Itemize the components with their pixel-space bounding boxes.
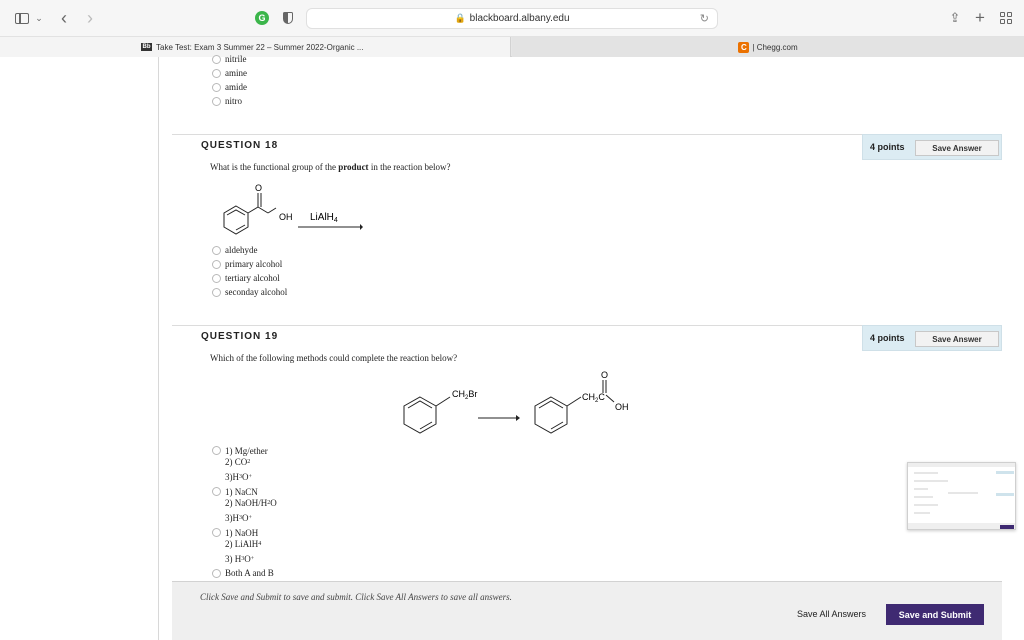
oxygen-label: O — [255, 183, 262, 193]
reload-icon[interactable]: ↻ — [700, 12, 709, 25]
question-19-text: Which of the following methods could com… — [210, 353, 458, 363]
option-label: nitro — [225, 96, 242, 106]
radio-button[interactable] — [212, 68, 221, 78]
save-answer-button[interactable]: Save Answer — [915, 140, 999, 156]
radio-button[interactable] — [212, 273, 221, 283]
tab-strip: Bb Take Test: Exam 3 Summer 22 – Summer … — [0, 37, 1024, 57]
answer-option[interactable]: tertiary alcohol — [212, 273, 280, 283]
answer-option[interactable]: nitro — [212, 96, 242, 106]
answer-option[interactable]: Both A and B — [212, 568, 274, 578]
chegg-favicon-icon: C — [738, 41, 750, 53]
extension-grammarly-icon[interactable]: G — [254, 9, 270, 27]
points-label: 4 points — [870, 333, 905, 343]
chevron-down-icon[interactable]: ⌄ — [34, 9, 44, 27]
save-all-answers-button[interactable]: Save All Answers — [797, 609, 866, 619]
save-and-submit-button[interactable]: Save and Submit — [886, 604, 984, 625]
option-label: amine — [225, 68, 247, 78]
tab-blackboard[interactable]: Bb Take Test: Exam 3 Summer 22 – Summer … — [0, 37, 511, 57]
tab-label: | Chegg.com — [752, 42, 798, 52]
radio-button[interactable] — [212, 287, 221, 297]
screenshot-thumbnail[interactable] — [907, 462, 1016, 530]
reaction-18-diagram: O OH LiAlH4 — [223, 183, 363, 235]
option-label: tertiary alcohol — [225, 273, 280, 283]
sidebar-toggle-icon[interactable] — [12, 9, 32, 27]
address-bar[interactable]: 🔒 blackboard.albany.edu ↻ — [306, 8, 718, 29]
tab-label: Take Test: Exam 3 Summer 22 – Summer 202… — [156, 42, 364, 52]
question-18-points-box: 4 points Save Answer — [862, 134, 1002, 160]
option-label: nitrile — [225, 54, 247, 64]
answer-option[interactable]: seconday alcohol — [212, 287, 287, 297]
radio-button[interactable] — [212, 54, 221, 64]
radio-button[interactable] — [212, 96, 221, 106]
option-label: seconday alcohol — [225, 287, 288, 297]
tab-chegg[interactable]: C | Chegg.com — [512, 37, 1024, 57]
question-18-title: QUESTION 18 — [201, 140, 279, 151]
url-text: blackboard.albany.edu — [469, 13, 570, 24]
answer-option[interactable]: 1) Mg/ether 2) CO 2 3)H 3 O + — [212, 445, 268, 482]
answer-option[interactable]: 1) NaCN 2) NaOH/H 2 O 3)H 3 O + — [212, 486, 277, 523]
radio-button[interactable] — [212, 487, 221, 496]
question-19-points-box: 4 points Save Answer — [862, 325, 1002, 351]
reaction-19-diagram: CH2Br CH2C O OH — [403, 370, 629, 434]
option-label: aldehyde — [225, 245, 258, 255]
radio-button[interactable] — [212, 446, 221, 455]
save-answer-button[interactable]: Save Answer — [915, 331, 999, 347]
oh-label: OH — [615, 402, 629, 412]
privacy-shield-icon[interactable] — [281, 9, 295, 27]
question-19-title: QUESTION 19 — [201, 331, 279, 342]
radio-button[interactable] — [212, 259, 221, 269]
answer-option[interactable]: primary alcohol — [212, 259, 282, 269]
lock-icon: 🔒 — [454, 13, 466, 23]
browser-toolbar: ⌄ ‹ › G 🔒 blackboard.albany.edu ↻ ⇪ + — [0, 0, 1024, 37]
new-tab-plus-icon[interactable]: + — [972, 8, 988, 27]
test-page: nitrile amine amide nitro QUESTION 18 4 … — [0, 54, 1024, 640]
product-label: CH2C — [582, 392, 605, 404]
answer-option[interactable]: amine — [212, 68, 247, 78]
radio-button[interactable] — [212, 568, 221, 578]
back-arrow-icon[interactable]: ‹ — [56, 8, 72, 28]
blackboard-favicon-icon: Bb — [141, 43, 152, 51]
benzene-ring — [534, 396, 568, 434]
option-label: amide — [225, 82, 247, 92]
divider — [158, 57, 159, 640]
answer-option[interactable]: 1) NaOH 2) LiAlH 4 3) H 3 O + — [212, 527, 261, 564]
forward-arrow-icon[interactable]: › — [82, 8, 98, 28]
oxygen-label: O — [601, 370, 608, 380]
answer-option[interactable]: nitrile — [212, 54, 247, 64]
radio-button[interactable] — [212, 82, 221, 92]
benzene-ring — [403, 396, 437, 434]
points-label: 4 points — [870, 142, 905, 152]
option-label: Both A and B — [225, 568, 274, 578]
reactant-label: CH2Br — [452, 389, 477, 401]
footer-instructions: Click Save and Submit to save and submit… — [200, 592, 512, 602]
answer-option[interactable]: aldehyde — [212, 245, 257, 255]
radio-button[interactable] — [212, 528, 221, 537]
radio-button[interactable] — [212, 245, 221, 255]
option-label: primary alcohol — [225, 259, 283, 269]
question-18-text: What is the functional group of the prod… — [210, 162, 451, 172]
answer-option[interactable]: amide — [212, 82, 247, 92]
submit-footer: Click Save and Submit to save and submit… — [172, 581, 1002, 640]
share-icon[interactable]: ⇪ — [947, 9, 963, 27]
oh-label: OH — [279, 212, 293, 222]
tab-overview-icon[interactable] — [998, 9, 1014, 27]
reagent-label: LiAlH4 — [310, 212, 338, 224]
